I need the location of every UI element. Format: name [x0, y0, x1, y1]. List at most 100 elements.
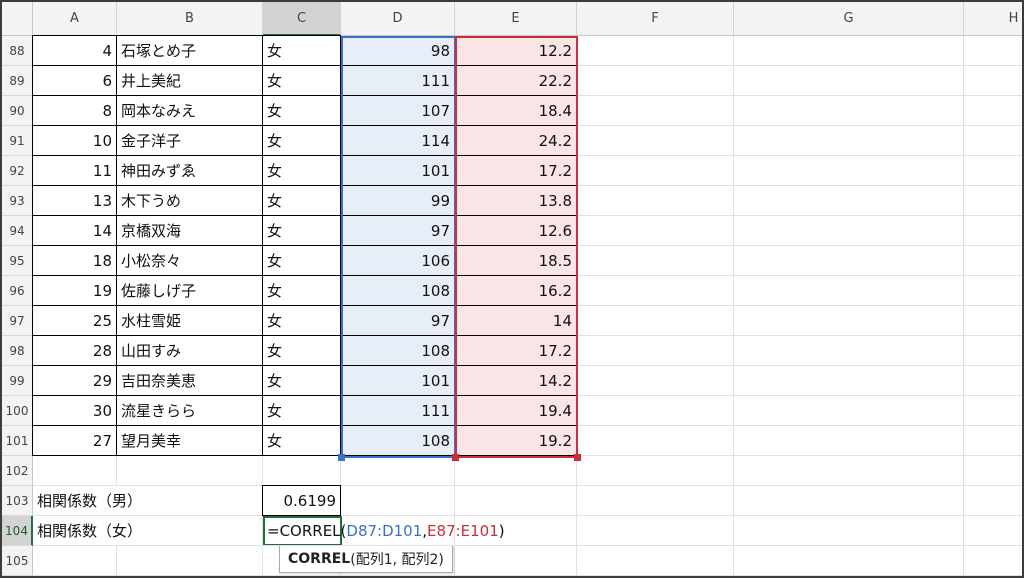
cell-name[interactable]: 木下うめ	[116, 185, 263, 216]
row-header[interactable]: 96	[2, 276, 33, 306]
cell-empty[interactable]	[964, 546, 1022, 576]
cell-value-d[interactable]: 114	[341, 126, 455, 156]
cell-gender[interactable]: 女	[262, 365, 341, 396]
cell-empty[interactable]	[577, 66, 734, 96]
cell-value-e[interactable]: 12.2	[455, 36, 577, 66]
cell-value-e[interactable]: 18.5	[455, 246, 577, 276]
cell-empty[interactable]	[964, 66, 1022, 96]
row-header[interactable]: 99	[2, 366, 33, 396]
cell-gender[interactable]: 女	[262, 155, 341, 186]
cell-empty[interactable]	[964, 36, 1022, 66]
cell-gender[interactable]: 女	[262, 65, 341, 96]
cell-empty[interactable]	[577, 126, 734, 156]
cell-value-e[interactable]: 19.4	[455, 396, 577, 426]
column-header-g[interactable]: G	[734, 2, 964, 36]
cell-value-d[interactable]: 101	[341, 366, 455, 396]
cell-name[interactable]: 流星きらら	[116, 395, 263, 426]
tooltip-function-name[interactable]: CORREL	[288, 551, 350, 567]
cell-value-e[interactable]: 19.2	[455, 426, 577, 456]
cell-id[interactable]: 28	[32, 335, 117, 366]
column-header-e[interactable]: E	[455, 2, 577, 36]
cell-empty[interactable]	[577, 426, 734, 456]
row-header[interactable]: 94	[2, 216, 33, 246]
cell-value-d[interactable]: 101	[341, 156, 455, 186]
row-header[interactable]: 100	[2, 396, 33, 426]
cell-empty[interactable]	[734, 546, 964, 576]
cell-value-d[interactable]: 108	[341, 276, 455, 306]
cell-empty[interactable]	[734, 36, 964, 66]
function-tooltip[interactable]: CORREL (配列1, 配列2)	[279, 545, 453, 573]
cell-name[interactable]: 水柱雪姫	[116, 305, 263, 336]
cell-name[interactable]: 井上美紀	[116, 65, 263, 96]
row-header[interactable]: 91	[2, 126, 33, 156]
cell-name[interactable]: 神田みずゑ	[116, 155, 263, 186]
cell-id[interactable]: 8	[32, 95, 117, 126]
cell-empty[interactable]	[964, 336, 1022, 366]
cell-id[interactable]: 13	[32, 185, 117, 216]
cell-empty[interactable]	[964, 186, 1022, 216]
cell-empty[interactable]	[964, 216, 1022, 246]
cell-empty[interactable]	[455, 546, 577, 576]
cell-empty[interactable]	[577, 456, 734, 486]
select-all-corner[interactable]	[2, 2, 33, 36]
row-header[interactable]: 93	[2, 186, 33, 216]
cell-name[interactable]: 佐藤しげ子	[116, 275, 263, 306]
cell-empty[interactable]	[577, 546, 734, 576]
cell-empty[interactable]	[964, 396, 1022, 426]
cell-empty[interactable]	[577, 246, 734, 276]
cell-empty[interactable]	[33, 456, 117, 486]
cell-value-d[interactable]: 108	[341, 336, 455, 366]
row-header[interactable]: 97	[2, 306, 33, 336]
cell-empty[interactable]	[734, 426, 964, 456]
cell-empty[interactable]	[577, 336, 734, 366]
cell-id[interactable]: 6	[32, 65, 117, 96]
cell-name[interactable]: 京橋双海	[116, 215, 263, 246]
cell-value-e[interactable]: 18.4	[455, 96, 577, 126]
cell-id[interactable]: 25	[32, 305, 117, 336]
cell-empty[interactable]	[964, 366, 1022, 396]
cell-gender[interactable]: 女	[262, 125, 341, 156]
cell-empty[interactable]	[341, 456, 455, 486]
cell-value-e[interactable]: 24.2	[455, 126, 577, 156]
cell-gender[interactable]: 女	[262, 95, 341, 126]
row-header[interactable]: 95	[2, 246, 33, 276]
cell-empty[interactable]	[964, 516, 1022, 546]
row-header[interactable]: 104	[2, 516, 33, 546]
cell-empty[interactable]	[964, 96, 1022, 126]
cell-empty[interactable]	[964, 246, 1022, 276]
cell-empty[interactable]	[964, 426, 1022, 456]
cell-value-d[interactable]: 98	[341, 36, 455, 66]
cell-value-e[interactable]: 16.2	[455, 276, 577, 306]
cell-value-d[interactable]: 111	[341, 396, 455, 426]
cell-id[interactable]: 19	[32, 275, 117, 306]
column-header-f[interactable]: F	[577, 2, 734, 36]
cell-empty[interactable]	[734, 336, 964, 366]
cell-empty[interactable]	[577, 36, 734, 66]
cell-empty[interactable]	[117, 456, 263, 486]
column-header-a[interactable]: A	[33, 2, 117, 36]
cell-empty[interactable]	[33, 546, 117, 576]
cell-empty[interactable]	[577, 276, 734, 306]
cell-gender[interactable]: 女	[262, 395, 341, 426]
cell-empty[interactable]	[577, 216, 734, 246]
cell-empty[interactable]	[964, 276, 1022, 306]
column-header-c[interactable]: C	[263, 2, 341, 36]
cell-value-d[interactable]: 111	[341, 66, 455, 96]
cell-empty[interactable]	[734, 306, 964, 336]
column-header-b[interactable]: B	[117, 2, 263, 36]
row-header[interactable]: 103	[2, 486, 33, 516]
column-header-d[interactable]: D	[341, 2, 455, 36]
cell-name[interactable]: 岡本なみえ	[116, 95, 263, 126]
cell-name[interactable]: 小松奈々	[116, 245, 263, 276]
cell-empty[interactable]	[734, 486, 964, 516]
formula-input[interactable]: =CORREL(D87:D101, E87:E101)	[263, 516, 583, 546]
cell-name[interactable]: 金子洋子	[116, 125, 263, 156]
cell-value-e[interactable]: 13.8	[455, 186, 577, 216]
range-resize-handle[interactable]	[574, 454, 581, 461]
cell-empty[interactable]	[577, 306, 734, 336]
cell-value-d[interactable]: 107	[341, 96, 455, 126]
range-resize-handle[interactable]	[338, 454, 345, 461]
cell-empty[interactable]	[577, 516, 734, 546]
cell-empty[interactable]	[734, 126, 964, 156]
cell-id[interactable]: 18	[32, 245, 117, 276]
